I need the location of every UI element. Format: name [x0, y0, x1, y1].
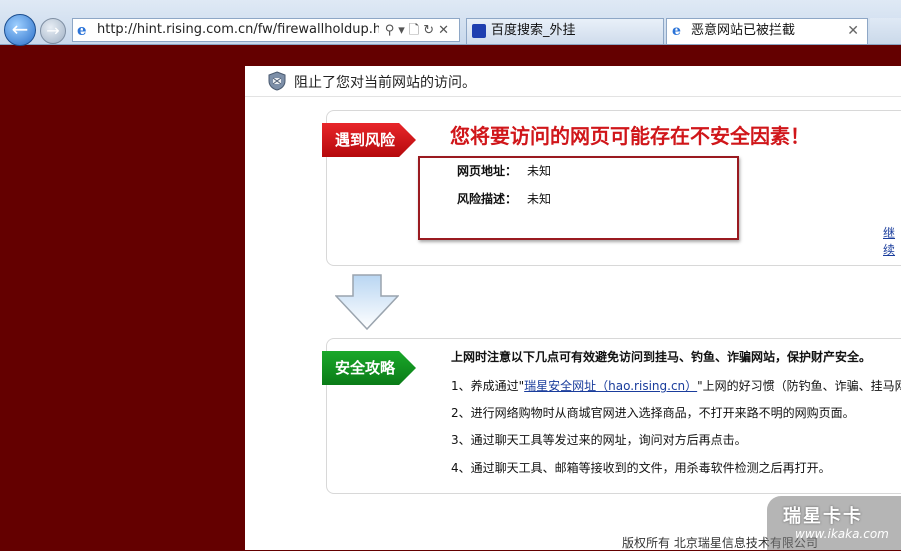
address-url[interactable]: http://hint.rising.com.cn/fw/firewallhol… [97, 22, 379, 37]
tip1-suffix: "上网的好习惯（防钓鱼、诈骗、挂马网站 [697, 379, 901, 393]
rising-safe-url-link[interactable]: 瑞星安全网址（hao.rising.cn） [524, 379, 697, 393]
ie-page-icon: e [672, 23, 681, 39]
baidu-paw-icon [472, 24, 486, 38]
close-tab-icon[interactable]: ✕ [847, 19, 859, 43]
desc-label: 风险描述： [457, 192, 518, 206]
tab-blocked-site[interactable]: e 恶意网站已被拦截 ✕ [666, 18, 868, 44]
address-tools-icons[interactable]: ⚲▾🗋↻✕ [385, 21, 453, 43]
info-bar-text: 阻止了您对当前网站的访问。 [294, 75, 476, 91]
arrow-down-icon [335, 274, 399, 330]
desc-value: 未知 [527, 192, 552, 206]
tip-item: 3、通过聊天工具等发过来的网址，询问对方后再点击。 [451, 433, 747, 447]
ikaka-watermark: 瑞星卡卡 www.ikaka.com [767, 496, 901, 550]
shield-icon [268, 71, 286, 91]
address-bar[interactable]: e http://hint.rising.com.cn/fw/firewallh… [72, 18, 460, 42]
tab-baidu-search[interactable]: 百度搜索_外挂 [466, 18, 664, 44]
ie-page-icon: e [77, 21, 87, 39]
guide-title: 上网时注意以下几点可有效避免访问到挂马、钓鱼、诈骗网站，保护财产安全。 [451, 350, 872, 364]
risk-ribbon: 遇到风险 [322, 123, 416, 157]
guide-ribbon: 安全攻略 [322, 351, 416, 385]
info-bar: 阻止了您对当前网站的访问。 [245, 66, 901, 97]
tip-item: 4、通过聊天工具、邮箱等接收到的文件，用杀毒软件检测之后再打开。 [451, 461, 831, 475]
continue-link[interactable]: 继续 [883, 224, 901, 258]
tip-item: 1、养成通过"瑞星安全网址（hao.rising.cn）"上网的好习惯（防钓鱼、… [451, 377, 901, 394]
tip1-prefix: 1、养成通过" [451, 379, 525, 393]
url-value: 未知 [527, 164, 552, 178]
risk-warning-title: 您将要访问的网页可能存在不安全因素！ [450, 124, 810, 148]
tab-title: 百度搜索_外挂 [491, 23, 576, 38]
tip-item: 2、进行网络购物时从商城官网进入选择商品，不打开来路不明的网购页面。 [451, 406, 855, 420]
tab-title: 恶意网站已被拦截 [691, 23, 796, 38]
url-label: 网页地址： [457, 164, 518, 178]
back-button[interactable]: ← [4, 14, 36, 46]
watermark-url: www.ikaka.com [795, 527, 889, 541]
arrow-left-icon: ← [11, 17, 29, 41]
block-page: 阻止了您对当前网站的访问。 遇到风险 您将要访问的网页可能存在不安全因素！ 网页… [245, 66, 901, 550]
desc-field: 风险描述： 未知 [457, 190, 551, 207]
new-tab-area[interactable] [870, 18, 901, 44]
url-field: 网页地址： 未知 [457, 162, 551, 179]
arrow-right-icon: → [46, 21, 60, 40]
browser-toolbar: ← → e http://hint.rising.com.cn/fw/firew… [0, 0, 901, 46]
watermark-logo: 瑞星卡卡 [783, 506, 863, 527]
forward-button[interactable]: → [40, 18, 66, 44]
